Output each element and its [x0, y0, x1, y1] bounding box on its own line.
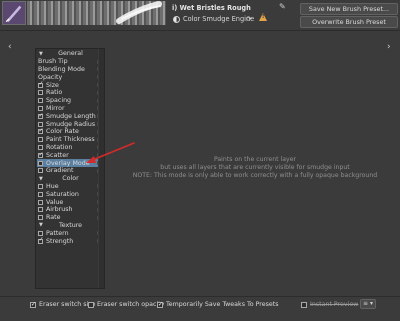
setting-label-strength: Strength — [46, 237, 74, 245]
setting-label-general: General — [58, 50, 83, 58]
section-header-general[interactable]: ▼ General — [37, 50, 104, 58]
setting-checkbox-gradient[interactable] — [38, 168, 43, 174]
setting-label-mirror: Mirror — [46, 104, 65, 112]
eraser-switch-opacity-option[interactable]: Eraser switch opacity — [88, 301, 164, 308]
setting-label-rate: Rate — [46, 214, 61, 222]
setting-item-smudge-radius[interactable]: Smudge Radius — [37, 120, 104, 128]
setting-item-color-rate[interactable]: Color Rate — [37, 127, 104, 136]
engine-icon — [173, 16, 180, 23]
setting-checkbox-rotation[interactable] — [38, 144, 43, 150]
setting-label-size: Size — [46, 81, 59, 89]
eraser-switch-size-checkbox[interactable] — [30, 300, 36, 308]
setting-checkbox-hue[interactable] — [38, 183, 43, 189]
overlay-mode-description-line-2: but uses all layers that are currently v… — [160, 164, 350, 171]
setting-item-hue[interactable]: Hue — [37, 183, 104, 191]
overlay-mode-description-line-3: NOTE: This mode is only able to work cor… — [132, 172, 378, 179]
hamburger-menu-icon[interactable]: ≡ ▾ — [360, 299, 376, 309]
setting-checkbox-smudge-length[interactable] — [38, 112, 44, 119]
setting-checkbox-spacing[interactable] — [38, 98, 43, 104]
eraser-switch-size-option[interactable]: Eraser switch size — [30, 300, 96, 308]
eraser-switch-opacity-label: Eraser switch opacity — [97, 301, 165, 308]
collapse-triangle-icon[interactable]: ▼ — [39, 176, 43, 182]
setting-checkbox-smudge-radius[interactable] — [38, 121, 43, 127]
overwrite-brush-preset-button[interactable]: Overwrite Brush Preset — [300, 16, 398, 28]
preset-name: i) Wet Bristles Rough — [172, 4, 251, 12]
setting-item-value[interactable]: Value — [37, 198, 104, 206]
instant-preview-checkbox[interactable] — [301, 301, 307, 308]
setting-checkbox-pattern[interactable] — [38, 230, 43, 236]
section-header-color[interactable]: ▼ Color — [37, 175, 104, 183]
setting-label-spacing: Spacing — [46, 97, 72, 105]
setting-checkbox-paint-thickness[interactable] — [38, 137, 43, 143]
save-new-brush-preset-button[interactable]: Save New Brush Preset... — [300, 3, 398, 15]
collapse-triangle-icon[interactable]: ▼ — [39, 222, 43, 228]
header-divider — [0, 30, 400, 31]
chevron-right-icon[interactable]: › — [387, 42, 391, 52]
reload-icon[interactable]: ⟳ — [246, 15, 252, 23]
setting-label-airbrush: Airbrush — [46, 206, 73, 214]
setting-item-size[interactable]: Size — [37, 80, 104, 89]
setting-label-ratio: Ratio — [46, 89, 63, 97]
setting-label-blending-mode: Blending Mode — [38, 65, 85, 73]
setting-checkbox-color-rate[interactable] — [38, 127, 44, 135]
setting-checkbox-scatter[interactable] — [38, 151, 44, 158]
setting-item-rate[interactable]: Rate — [37, 214, 104, 222]
instant-preview-label: Instant Preview — [310, 301, 359, 308]
setting-item-strength[interactable]: Strength — [37, 236, 104, 245]
engine-label: Color Smudge Engine — [183, 15, 255, 23]
setting-item-brush-tip[interactable]: Brush Tip — [37, 58, 104, 66]
collapse-triangle-icon[interactable]: ▼ — [39, 51, 43, 57]
setting-item-pattern[interactable]: Pattern — [37, 229, 104, 237]
setting-label-saturation: Saturation — [46, 190, 79, 198]
setting-label-pattern: Pattern — [46, 229, 69, 237]
setting-checkbox-ratio[interactable] — [38, 90, 43, 96]
setting-label-smudge-length: Smudge Length — [46, 112, 96, 120]
setting-label-texture: Texture — [58, 221, 83, 229]
setting-label-opacity: Opacity — [38, 73, 63, 81]
setting-item-blending-mode[interactable]: Blending Mode — [37, 66, 104, 74]
setting-checkbox-size[interactable] — [38, 80, 44, 88]
setting-item-airbrush[interactable]: Airbrush — [37, 206, 104, 214]
setting-label-color: Color — [62, 175, 79, 183]
footer-divider — [0, 296, 400, 297]
setting-checkbox-strength[interactable] — [38, 236, 44, 244]
setting-label-value: Value — [46, 198, 64, 206]
setting-item-opacity[interactable]: Opacity — [37, 73, 104, 81]
instant-preview-option[interactable]: Instant Preview — [301, 301, 358, 308]
setting-checkbox-saturation[interactable] — [38, 191, 43, 197]
setting-checkbox-mirror[interactable] — [38, 105, 43, 111]
setting-item-spacing[interactable]: Spacing — [37, 97, 104, 105]
overlay-mode-description-line-1: Paints on the current layer — [213, 156, 297, 163]
setting-label-hue: Hue — [46, 182, 59, 190]
setting-checkbox-value[interactable] — [38, 199, 43, 205]
setting-label-color-rate: Color Rate — [46, 128, 79, 136]
brush-preset-thumbnail[interactable] — [2, 1, 26, 25]
annotation-arrow — [86, 142, 135, 163]
chevron-left-icon[interactable]: ‹ — [8, 42, 12, 52]
setting-checkbox-rate[interactable] — [38, 215, 43, 221]
temporarily-save-tweaks-checkbox[interactable] — [157, 300, 163, 308]
temporarily-save-tweaks-option[interactable]: Temporarily Save Tweaks To Presets — [157, 300, 279, 308]
warning-icon — [259, 13, 267, 21]
pencil-icon[interactable]: ✎ — [279, 2, 286, 11]
setting-item-ratio[interactable]: Ratio — [37, 89, 104, 97]
setting-checkbox-airbrush[interactable] — [38, 207, 43, 213]
setting-checkbox-overlay-mode[interactable] — [38, 160, 43, 166]
setting-item-mirror[interactable]: Mirror — [37, 105, 104, 113]
brush-stroke-preview — [27, 1, 166, 25]
setting-label-brush-tip: Brush Tip — [38, 58, 68, 66]
eraser-switch-opacity-checkbox[interactable] — [88, 301, 94, 308]
setting-item-saturation[interactable]: Saturation — [37, 190, 104, 198]
temporarily-save-tweaks-label: Temporarily Save Tweaks To Presets — [166, 301, 279, 308]
setting-label-smudge-radius: Smudge Radius — [46, 120, 96, 128]
setting-item-smudge-length[interactable]: Smudge Length — [37, 112, 104, 120]
section-header-texture[interactable]: ▼ Texture — [37, 222, 104, 230]
